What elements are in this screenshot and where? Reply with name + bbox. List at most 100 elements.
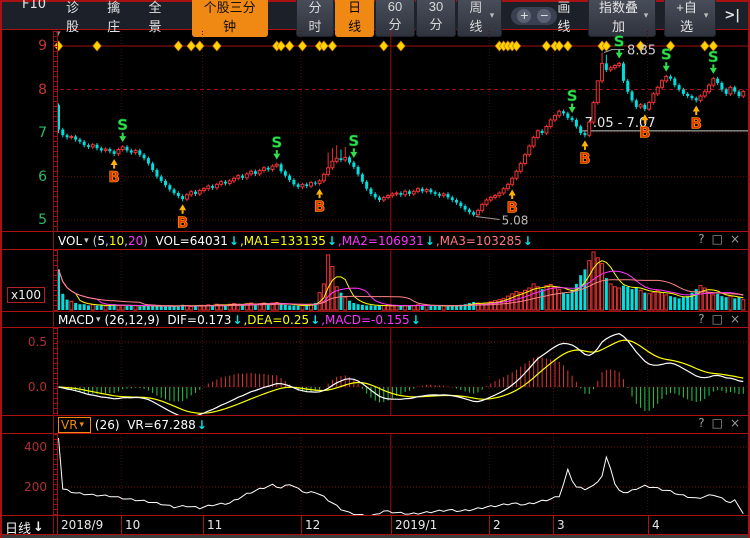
indicator-value: VOL=64031 xyxy=(156,234,228,248)
svg-text:8.85: 8.85 xyxy=(627,44,656,59)
indicator-name[interactable]: VOL xyxy=(58,234,82,248)
volume-chart[interactable] xyxy=(0,250,750,311)
arrow-down-icon: ↓ xyxy=(310,313,320,327)
svg-text:5.08: 5.08 xyxy=(502,214,529,228)
menu-item-1[interactable]: 诊股 xyxy=(66,0,87,35)
collapse-panel-icon[interactable]: >| xyxy=(724,8,740,23)
macd-pane-header: MACD▾(26,12,9) DIF=0.173 ↓,DEA=0.25 ↓,MA… xyxy=(0,312,750,327)
period-label: 日线 xyxy=(5,518,31,537)
vr-line xyxy=(59,438,744,515)
svg-text:S: S xyxy=(348,132,359,150)
indicator-value: ,DEA=0.25 xyxy=(243,313,309,327)
chevron-down-icon: ▾ xyxy=(704,10,709,21)
time-axis-label: 2018/9 xyxy=(61,518,103,532)
volume-axis-ticks xyxy=(53,250,57,311)
maximize-icon[interactable]: □ xyxy=(712,312,723,326)
axis-label: 400 xyxy=(0,440,47,454)
menu-item-2[interactable]: 擒庄 xyxy=(107,0,128,35)
indicator-selector[interactable]: VR▾ xyxy=(58,417,91,433)
axis-label: 0.0 xyxy=(0,380,47,394)
volume-scale-label: x100 xyxy=(7,287,45,303)
arrow-down-icon: ↓ xyxy=(425,234,435,248)
svg-text:S: S xyxy=(271,134,282,152)
menu-item-3[interactable]: 全景 xyxy=(149,0,170,35)
indicator-value: VR=67.288 xyxy=(127,418,196,432)
arrow-down-icon: ↓ xyxy=(232,313,242,327)
period-tab-label: 分时 xyxy=(304,0,327,35)
volume-pane-header: VOL▾(5,10,20) VOL=64031 ↓,MA1=133135 ↓,M… xyxy=(0,232,750,249)
time-axis-label: 11 xyxy=(207,518,222,532)
toolbar: F10诊股擒庄全景 个股三分钟 分时日线60分30分周线▾ + − 画线 指数叠… xyxy=(2,2,748,30)
arrow-down-icon: ↓ xyxy=(229,234,239,248)
chevron-down-icon: ▾ xyxy=(644,10,649,21)
chevron-down-icon: ▾ xyxy=(80,420,85,430)
period-tab-label: 周线 xyxy=(465,0,487,35)
close-icon[interactable]: × xyxy=(730,312,740,326)
indicator-params: (26) xyxy=(95,418,120,432)
chevron-down-icon: ▾ xyxy=(84,236,89,246)
time-axis-tick xyxy=(203,516,204,534)
indicator-value: ,MA3=103285 xyxy=(436,234,522,248)
maximize-icon[interactable]: □ xyxy=(712,232,723,246)
time-axis-label: 3 xyxy=(557,518,565,532)
period-indicator[interactable]: 日线 ↓ xyxy=(5,518,44,537)
time-axis-tick xyxy=(391,516,392,534)
draw-line-button[interactable]: 画线 xyxy=(557,0,580,35)
svg-text:S: S xyxy=(708,48,719,66)
svg-text:B: B xyxy=(691,115,702,133)
price-axis-ticks xyxy=(53,31,57,231)
indicator-params: 10 xyxy=(109,234,124,248)
macd-chart[interactable] xyxy=(0,328,750,415)
help-icon[interactable]: ? xyxy=(698,232,704,246)
close-icon[interactable]: × xyxy=(730,232,740,246)
time-axis-tick xyxy=(553,516,554,534)
svg-text:B: B xyxy=(108,168,119,186)
arrow-down-icon: ↓ xyxy=(523,234,533,248)
svg-text:B: B xyxy=(314,198,325,216)
time-axis-label: 4 xyxy=(652,518,660,532)
vr-chart[interactable] xyxy=(0,434,750,515)
maximize-icon[interactable]: □ xyxy=(712,416,723,430)
zoom-in-button[interactable]: + xyxy=(517,9,531,23)
time-axis: 2018/91011122019/1234 xyxy=(0,516,750,534)
help-icon[interactable]: ? xyxy=(698,416,704,430)
pane-divider xyxy=(0,249,750,250)
vr-pane-header: VR▾ (26) VR=67.288 ↓? □ × xyxy=(0,416,750,433)
svg-text:B: B xyxy=(639,123,650,141)
axis-label: 6 xyxy=(0,170,47,184)
arrow-down-icon: ↓ xyxy=(327,234,337,248)
indicator-params: 5 xyxy=(97,234,105,248)
arrow-down-icon: ↓ xyxy=(411,313,421,327)
period-tab-label: 60分 xyxy=(383,0,407,33)
index-overlay-label: 指数叠加 xyxy=(596,0,641,35)
pane-divider xyxy=(0,433,750,434)
chevron-down-icon: ▾ xyxy=(96,315,101,325)
main-price-chart[interactable]: 7.05 - 7.07BBBBBBBSSSSSSS8.855.08 xyxy=(0,31,750,231)
indicator-params: (26,12,9) xyxy=(105,313,160,327)
vr-axis-ticks xyxy=(53,434,57,515)
time-axis-tick xyxy=(648,516,649,534)
period-tab-label: 30分 xyxy=(424,0,448,33)
add-watchlist-label: +自选 xyxy=(672,0,701,35)
time-axis-label: 2019/1 xyxy=(395,518,437,532)
volume-bars xyxy=(57,252,745,310)
zoom-out-button[interactable]: − xyxy=(537,9,551,23)
chevron-down-icon: ▾ xyxy=(490,10,495,21)
menu-item-0[interactable]: F10 xyxy=(22,0,46,35)
axis-label: 0.5 xyxy=(0,335,47,349)
pane-divider xyxy=(0,327,750,328)
help-icon[interactable]: ? xyxy=(698,312,704,326)
axis-label: 9 xyxy=(0,39,47,53)
axis-label: 8 xyxy=(0,83,47,97)
svg-text:B: B xyxy=(177,213,188,231)
svg-text:S: S xyxy=(567,87,578,105)
indicator-name[interactable]: MACD xyxy=(58,313,94,327)
stock-chart-window: F10诊股擒庄全景 个股三分钟 分时日线60分30分周线▾ + − 画线 指数叠… xyxy=(0,0,750,538)
macd-axis-ticks xyxy=(53,328,57,415)
time-axis-tick xyxy=(301,516,302,534)
axis-label: 7 xyxy=(0,126,47,140)
indicator-params: 20 xyxy=(128,234,143,248)
close-icon[interactable]: × xyxy=(730,416,740,430)
arrow-down-icon: ↓ xyxy=(197,418,207,432)
period-tab-label: 日线 xyxy=(343,0,366,35)
